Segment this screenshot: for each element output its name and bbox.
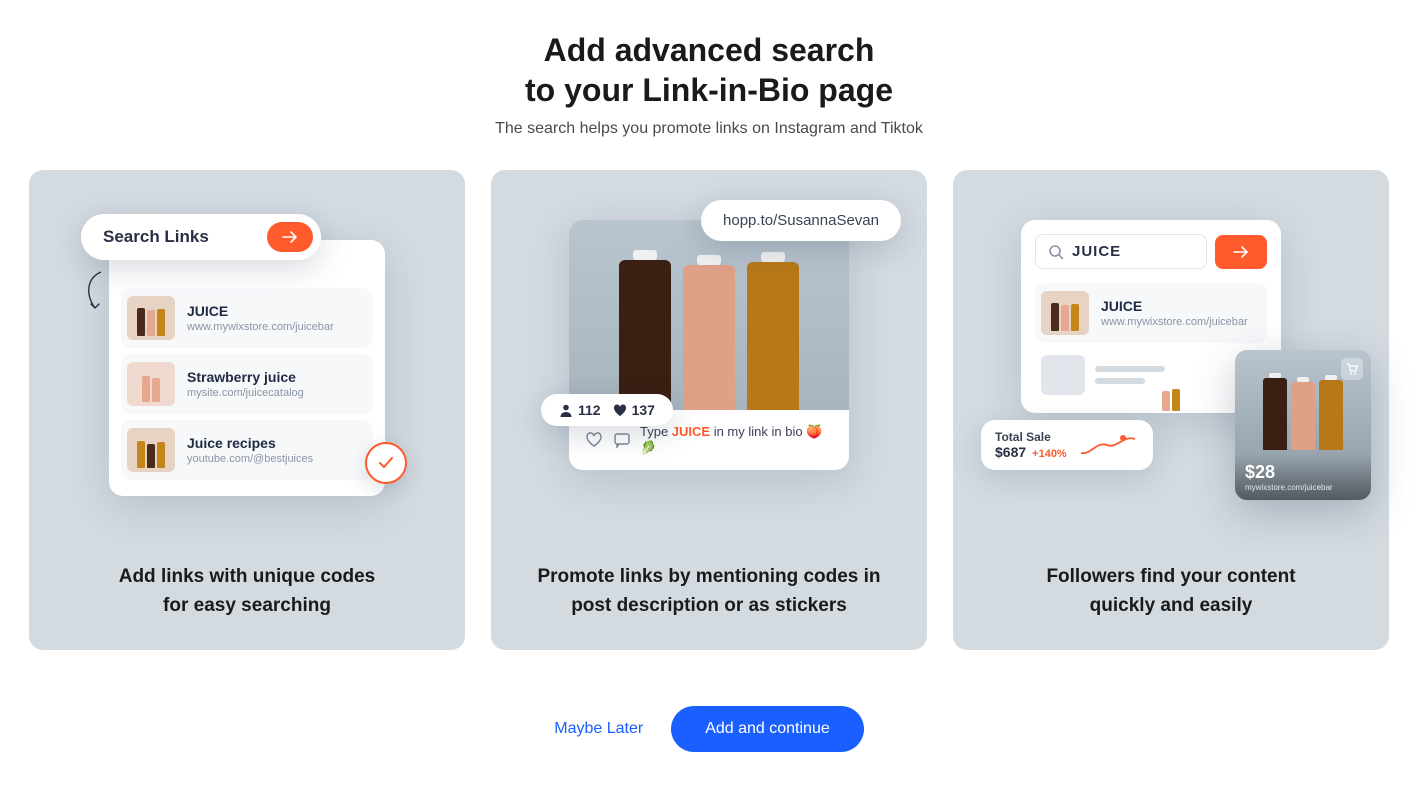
page-header: Add advanced search to your Link-in-Bio … [9, 30, 1409, 138]
profile-url-pill: hopp.to/SusannaSevan [701, 200, 901, 241]
caption-prefix: Type [640, 424, 672, 439]
feature-card-promote: hopp.to/SusannaSevan 112 137 [491, 170, 927, 650]
link-url: youtube.com/@bestjuices [187, 453, 313, 465]
caption-line-2: for easy searching [163, 595, 331, 616]
feature-card-followers: JUICE JUICE www.mywixstore. [953, 170, 1389, 650]
post-caption: Type JUICE in my link in bio 🍑🥬 [640, 424, 833, 456]
illustration-results: JUICE JUICE www.mywixstore. [983, 220, 1359, 413]
add-and-continue-button[interactable]: Add and continue [671, 706, 864, 752]
link-item: Strawberry juice mysite.com/juicecatalog [121, 354, 373, 414]
link-url: www.mywixstore.com/juicebar [187, 321, 334, 333]
arrow-right-icon [282, 231, 298, 243]
card-caption: Promote links by mentioning codes in pos… [537, 543, 880, 620]
post-image [569, 220, 849, 410]
cart-badge [1341, 358, 1363, 380]
caption-keyword: JUICE [672, 424, 710, 439]
title-line-1: Add advanced search [544, 32, 875, 68]
product-url: mywixstore.com/juicebar [1245, 483, 1361, 492]
caption-line-2: post description or as stickers [571, 595, 847, 616]
title-line-2: to your Link-in-Bio page [525, 72, 893, 108]
links-panel: Search Links JUICE [109, 240, 385, 496]
product-card: $28 mywixstore.com/juicebar [1235, 350, 1371, 500]
feature-cards: Search Links JUICE [9, 170, 1409, 650]
result-item-placeholder [1035, 351, 1267, 399]
stats-pill: 112 137 [541, 394, 673, 426]
link-item: Juice recipes youtube.com/@bestjuices [121, 420, 373, 480]
illustration-post: hopp.to/SusannaSevan 112 137 [521, 220, 897, 470]
product-price: $28 [1245, 462, 1361, 483]
caption-line-1: Promote links by mentioning codes in [537, 566, 880, 587]
link-thumbnail [127, 296, 175, 340]
placeholder-thumbnail [1041, 355, 1085, 395]
caption-line-1: Add links with unique codes [119, 566, 376, 587]
search-pill-label: Search Links [103, 227, 209, 247]
feature-card-add-links: Search Links JUICE [29, 170, 465, 650]
heart-icon [613, 404, 627, 417]
page-title: Add advanced search to your Link-in-Bio … [9, 30, 1409, 110]
search-pill: Search Links [81, 214, 321, 260]
comment-icon [613, 432, 631, 448]
likes-count: 137 [632, 402, 655, 418]
caption-line-1: Followers find your content [1046, 566, 1295, 587]
link-list: JUICE www.mywixstore.com/juicebar Strawb… [109, 240, 385, 496]
followers-count: 112 [578, 402, 601, 418]
sparkline-icon [1079, 431, 1139, 459]
link-url: mysite.com/juicecatalog [187, 387, 304, 399]
link-item: JUICE www.mywixstore.com/juicebar [121, 288, 373, 348]
heart-outline-icon [585, 432, 603, 448]
page-subtitle: The search helps you promote links on In… [9, 120, 1409, 138]
sale-label: Total Sale [995, 430, 1067, 444]
check-icon [378, 457, 394, 469]
card-caption: Add links with unique codes for easy sea… [119, 543, 376, 620]
sale-amount: $687 [995, 444, 1026, 460]
maybe-later-button[interactable]: Maybe Later [554, 720, 643, 738]
curved-arrow-icon [81, 268, 107, 312]
caption-line-2: quickly and easily [1090, 595, 1253, 616]
link-title: Juice recipes [187, 435, 313, 451]
link-title: JUICE [187, 303, 334, 319]
cart-icon [1346, 363, 1358, 375]
post-panel: hopp.to/SusannaSevan 112 137 [569, 220, 849, 470]
link-thumbnail [127, 428, 175, 472]
link-title: Strawberry juice [187, 369, 304, 385]
check-badge [365, 442, 407, 484]
search-submit-button [267, 222, 313, 252]
link-thumbnail [127, 362, 175, 406]
user-icon [559, 403, 573, 417]
action-bar: Maybe Later Add and continue [9, 706, 1409, 752]
card-caption: Followers find your content quickly and … [1046, 543, 1295, 620]
sale-percent: +140% [1032, 448, 1067, 460]
illustration-search-links: Search Links JUICE [59, 220, 435, 496]
total-sale-card: Total Sale $687 +140% [981, 420, 1153, 470]
